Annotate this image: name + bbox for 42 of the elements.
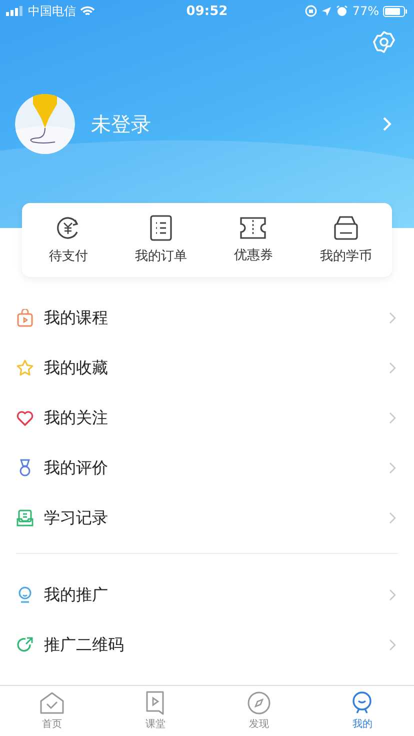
compass-icon (246, 691, 271, 715)
carrier-name: 中国电信 (28, 2, 76, 20)
alarm-icon (336, 5, 348, 17)
battery-percent: 77% (352, 4, 379, 18)
chevron-right-icon (389, 312, 396, 324)
login-status: 未登录 (91, 110, 152, 138)
chevron-right-icon (389, 462, 396, 474)
signal-icon (6, 6, 24, 16)
chevron-right-icon (389, 589, 396, 601)
chevron-right-icon (389, 512, 396, 524)
ticket-icon (239, 216, 268, 240)
shortcut-item[interactable]: 优惠券 (207, 216, 300, 264)
menu-item[interactable]: 我的课程 (0, 293, 414, 343)
tab-item[interactable]: 首页 (0, 686, 104, 736)
lock-rotation-icon (305, 5, 318, 17)
chevron-right-icon (389, 412, 396, 424)
menu-item[interactable]: 我的关注 (0, 393, 414, 443)
tab-item[interactable]: 发现 (207, 686, 310, 736)
avatar-drawing (15, 94, 75, 154)
location-icon (321, 6, 332, 16)
menu-item[interactable]: 我的推广 (0, 570, 414, 620)
menu-item[interactable]: 学习记录 (0, 493, 414, 543)
chevron-right-icon (382, 116, 392, 132)
shortcut-item[interactable]: 我的学币 (300, 215, 392, 265)
chevron-right-icon (389, 362, 396, 374)
tab-item[interactable]: 课堂 (104, 686, 207, 736)
menu-item[interactable]: 我的评价 (0, 443, 414, 493)
list-icon (148, 215, 173, 241)
menu-item[interactable]: 推广二维码 (0, 620, 414, 670)
play-icon (145, 691, 166, 715)
shortcut-item[interactable]: 待支付 (22, 215, 114, 265)
chevron-right-icon (389, 639, 396, 651)
battery-icon (382, 6, 408, 16)
menu-item[interactable]: 我的收藏 (0, 343, 414, 393)
wallet-icon (332, 215, 359, 241)
settings-icon[interactable] (372, 30, 396, 54)
wifi-icon (80, 6, 95, 16)
status-time: 09:52 (186, 4, 228, 18)
shortcut-item[interactable]: 我的订单 (114, 215, 207, 265)
tab-item[interactable]: 我的 (310, 686, 414, 736)
person-icon (351, 691, 374, 715)
home-icon (38, 691, 65, 715)
